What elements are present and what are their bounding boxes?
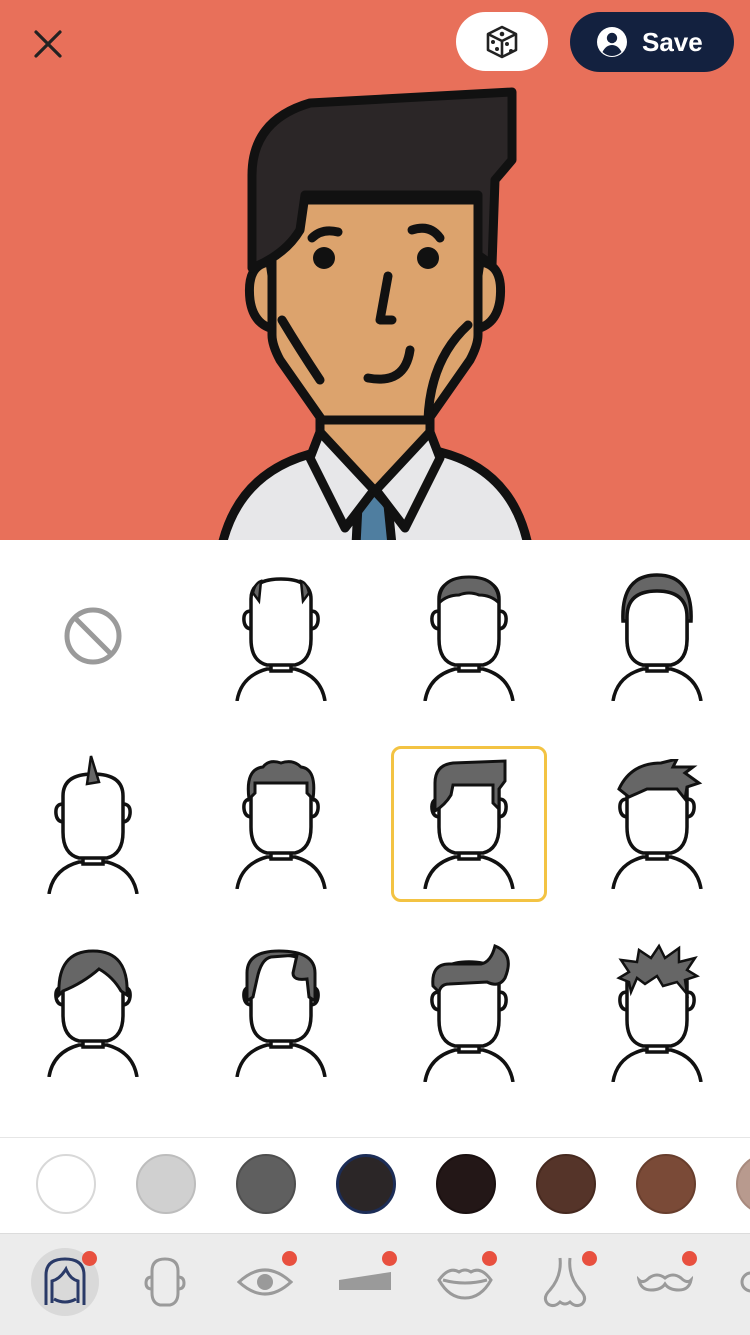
tab-eyes[interactable] [231, 1248, 299, 1316]
color-swatch-gray[interactable] [236, 1154, 296, 1214]
color-swatch-light-gray[interactable] [136, 1154, 196, 1214]
tab-hair[interactable] [31, 1248, 99, 1316]
color-swatch-black[interactable] [436, 1154, 496, 1214]
face-shape-icon [144, 1257, 186, 1307]
hair-bald-icon [235, 577, 327, 701]
hair-option-quiff[interactable] [391, 934, 547, 1090]
color-swatch-charcoal-selected[interactable] [336, 1154, 396, 1214]
glasses-icon [740, 1271, 750, 1293]
eye-icon [237, 1268, 293, 1296]
badge-dot [482, 1251, 497, 1266]
hair-option-bald[interactable] [203, 558, 359, 714]
dice-icon [486, 25, 518, 58]
hair-style-grid [0, 541, 750, 1136]
hair-messy-icon [611, 943, 703, 1082]
mustache-icon [637, 1273, 693, 1292]
badge-dot [382, 1251, 397, 1266]
feature-tab-bar [0, 1233, 750, 1335]
hair-option-none[interactable] [15, 558, 171, 714]
hair-option-buzz[interactable] [391, 558, 547, 714]
nose-icon [543, 1257, 587, 1308]
avatar-preview: Save [0, 0, 750, 540]
hair-mohawk-icon [47, 755, 139, 894]
close-icon [34, 30, 62, 58]
hair-option-spiky-side[interactable] [579, 746, 735, 902]
save-label: Save [642, 26, 703, 57]
hair-slick-icon [235, 949, 327, 1077]
none-icon [64, 607, 122, 665]
eyebrow-icon [339, 1272, 391, 1290]
hair-option-bowl[interactable] [15, 934, 171, 1090]
user-circle-icon [597, 27, 627, 57]
tab-glasses[interactable] [731, 1248, 750, 1316]
hair-round-icon [611, 573, 703, 701]
color-swatch-brown[interactable] [636, 1154, 696, 1214]
hair-side-part-icon [423, 759, 515, 889]
hair-spiky-side-icon [611, 759, 703, 889]
hair-option-slick[interactable] [203, 934, 359, 1090]
hair-option-side-part[interactable] [391, 746, 547, 902]
tab-face-shape[interactable] [131, 1248, 199, 1316]
save-button[interactable]: Save [570, 12, 734, 72]
hair-curly-icon [235, 760, 327, 889]
randomize-button[interactable] [456, 12, 548, 71]
badge-dot [282, 1251, 297, 1266]
tab-eyebrows[interactable] [331, 1248, 399, 1316]
hair-option-mohawk[interactable] [15, 746, 171, 902]
hair-option-round[interactable] [579, 558, 735, 714]
hair-bowl-icon [47, 949, 139, 1077]
mouth-icon [437, 1268, 493, 1300]
hair-quiff-icon [423, 943, 515, 1082]
tab-mustache[interactable] [631, 1248, 699, 1316]
hair-option-curly[interactable] [203, 746, 359, 902]
hair-buzz-icon [423, 575, 515, 701]
tab-mouth[interactable] [431, 1248, 499, 1316]
color-swatch-light-brown[interactable] [736, 1154, 750, 1214]
badge-dot [682, 1251, 697, 1266]
tab-nose[interactable] [531, 1248, 599, 1316]
hair-tab-icon [44, 1257, 86, 1305]
badge-dot [582, 1251, 597, 1266]
avatar-illustration [218, 87, 532, 540]
color-swatch-white[interactable] [36, 1154, 96, 1214]
color-swatch-dark-brown[interactable] [536, 1154, 596, 1214]
close-button[interactable] [22, 18, 74, 70]
hair-color-palette [0, 1137, 750, 1233]
badge-dot [82, 1251, 97, 1266]
hair-option-messy[interactable] [579, 934, 735, 1090]
